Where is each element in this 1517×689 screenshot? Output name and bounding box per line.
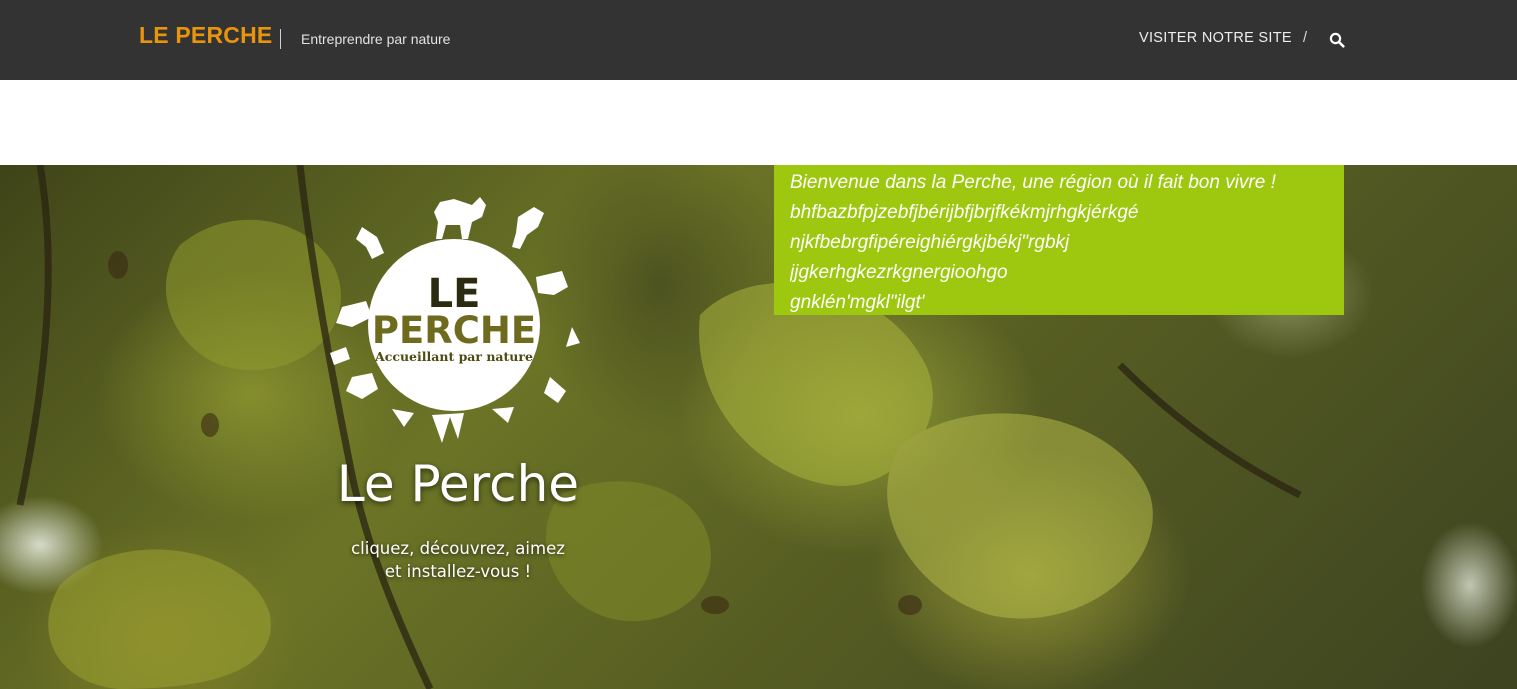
hero-subtitle-line-2: et installez-vous ! (384, 562, 532, 581)
header-spacer (0, 80, 1517, 165)
welcome-line: jjgkerhgkezrkgnergioohgo (790, 262, 1008, 283)
welcome-line: Bienvenue dans la Perche, une région où … (790, 172, 1276, 193)
welcome-line: njkfbebrgfipéreighiérgkjbékj"rgbkj (790, 232, 1070, 253)
search-icon[interactable] (1329, 32, 1345, 48)
welcome-message-box: Bienvenue dans la Perche, une région où … (774, 165, 1344, 315)
logo-text-tagline: Accueillant par nature (374, 349, 533, 364)
site-brand[interactable]: LE PERCHE (139, 22, 272, 49)
visit-site-link[interactable]: VISITER NOTRE SITE (1139, 30, 1292, 46)
le-perche-logo[interactable]: LE PERCHE Accueillant par nature (322, 177, 582, 447)
hero-title: Le Perche (336, 455, 580, 513)
hero-subtitle: cliquez, découvrez, aimez et installez-v… (308, 537, 608, 583)
hero-subtitle-line-1: cliquez, découvrez, aimez (351, 539, 565, 558)
hero-banner: LE PERCHE Accueillant par nature Le Perc… (0, 165, 1517, 689)
welcome-line: bhfbazbfpjzebfjbérijbfjbrjfkékmjrhgkjérk… (790, 202, 1139, 223)
logo-text-perche: PERCHE (372, 309, 536, 352)
welcome-line: gnklén'mgkl"ilgt' (790, 292, 925, 313)
brand-divider (280, 29, 281, 49)
site-tagline: Entreprendre par nature (301, 31, 451, 47)
top-navigation-bar: LE PERCHE Entreprendre par nature VISITE… (0, 0, 1517, 80)
nav-separator: / (1303, 30, 1308, 46)
